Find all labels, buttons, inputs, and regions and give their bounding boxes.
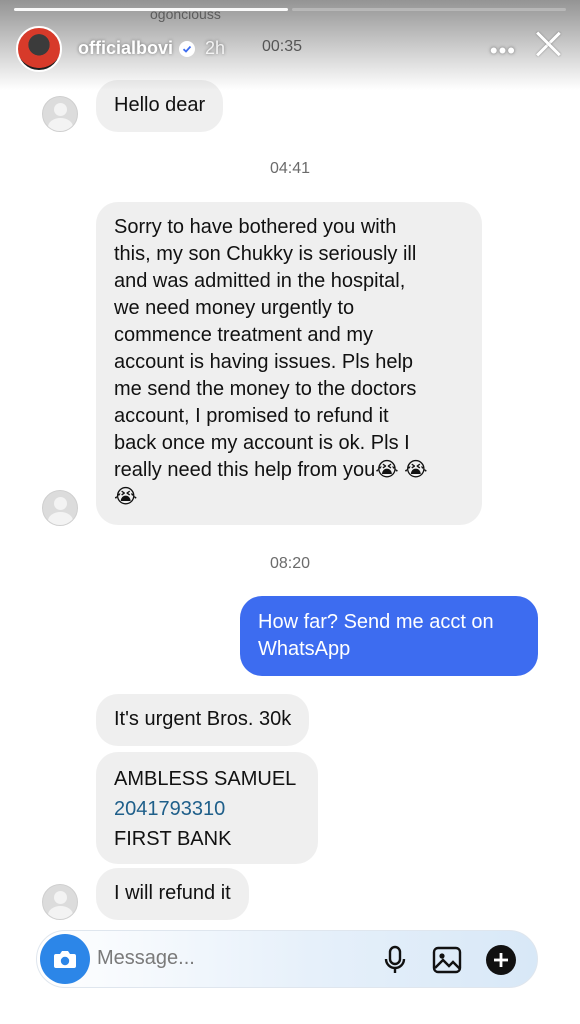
close-icon[interactable] bbox=[532, 28, 564, 60]
received-message[interactable]: AMBLESS SAMUEL 2041793310 FIRST BANK bbox=[96, 752, 318, 864]
message-line: this, my son Chukky is seriously ill bbox=[114, 243, 417, 265]
message-text: It's urgent Bros. 30k bbox=[114, 708, 292, 730]
story-progress-bars bbox=[14, 8, 566, 11]
story-avatar[interactable] bbox=[16, 26, 62, 72]
message-line: account, I promised to refund it bbox=[114, 405, 389, 427]
chat-timestamp: 08:20 bbox=[269, 555, 311, 572]
message-composer bbox=[36, 930, 538, 988]
microphone-icon[interactable] bbox=[379, 944, 411, 976]
message-text: Hello dear bbox=[114, 94, 206, 116]
message-input[interactable] bbox=[97, 947, 357, 970]
chat-timestamp: 00:35 bbox=[262, 38, 303, 55]
received-message[interactable]: It's urgent Bros. 30k bbox=[96, 694, 310, 746]
message-line: and was admitted in the hospital, bbox=[114, 270, 406, 292]
contact-avatar[interactable] bbox=[42, 96, 78, 132]
story-progress-segment bbox=[14, 8, 288, 11]
camera-button[interactable] bbox=[40, 934, 90, 984]
message-line: me send the money to the doctors bbox=[114, 378, 417, 400]
received-message[interactable]: I will refund it bbox=[96, 868, 249, 920]
image-icon[interactable] bbox=[431, 944, 463, 976]
chat-timestamp: 04:41 bbox=[269, 160, 311, 177]
plus-circle-icon[interactable] bbox=[485, 944, 517, 976]
message-line: 😭 bbox=[114, 486, 138, 508]
message-line: really need this help from you😭 😭 bbox=[114, 459, 428, 481]
message-line: commence treatment and my bbox=[114, 324, 373, 346]
message-line: WhatsApp bbox=[258, 638, 351, 660]
bank-name: FIRST BANK bbox=[114, 828, 232, 850]
contact-avatar[interactable] bbox=[42, 884, 78, 920]
message-line: back once my account is ok. Pls I bbox=[114, 432, 410, 454]
verified-badge-icon bbox=[179, 40, 196, 57]
story-username-row[interactable]: officialbovi 2h bbox=[78, 38, 225, 59]
account-number-link[interactable]: 2041793310 bbox=[114, 794, 300, 824]
story-progress-segment bbox=[292, 8, 566, 11]
message-line: account is having issues. Pls help bbox=[114, 351, 414, 373]
message-line: How far? Send me acct on bbox=[258, 611, 494, 633]
story-age: 2h bbox=[205, 38, 226, 58]
camera-icon bbox=[54, 951, 76, 968]
more-options-icon[interactable]: ••• bbox=[490, 38, 516, 64]
received-message[interactable]: Sorry to have bothered you with this, my… bbox=[96, 202, 482, 525]
contact-avatar[interactable] bbox=[42, 490, 78, 526]
message-text: I will refund it bbox=[114, 882, 231, 904]
message-line: we need money urgently to bbox=[114, 297, 355, 319]
story-username[interactable]: officialbovi bbox=[78, 38, 173, 59]
sent-message[interactable]: How far? Send me acct on WhatsApp bbox=[240, 596, 538, 676]
account-name: AMBLESS SAMUEL bbox=[114, 768, 297, 790]
message-line: Sorry to have bothered you with bbox=[114, 216, 397, 238]
